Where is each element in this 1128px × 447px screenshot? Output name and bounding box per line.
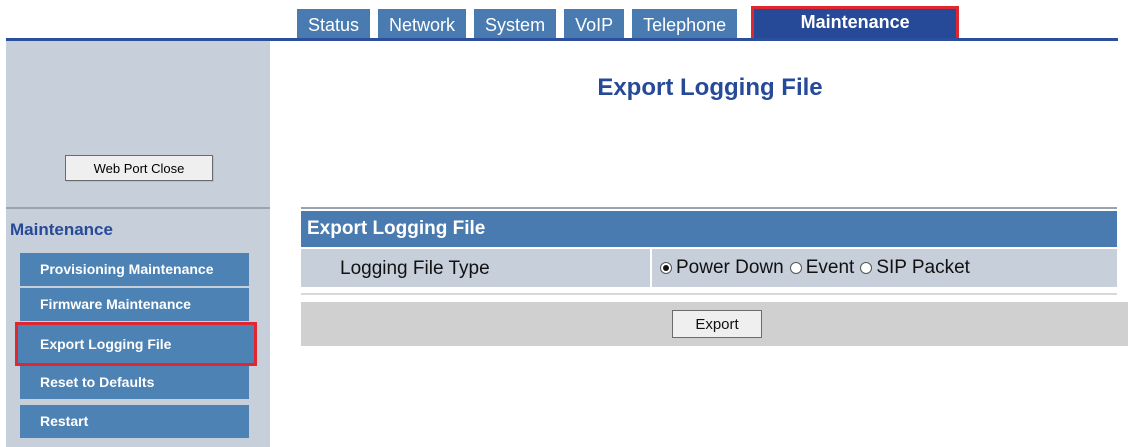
radio-event-label: Event <box>805 257 855 278</box>
tab-telephone[interactable]: Telephone <box>632 9 738 39</box>
sidebar-item-provisioning-maintenance[interactable]: Provisioning Maintenance <box>20 253 249 286</box>
sidebar-item-restart[interactable]: Restart <box>20 405 249 438</box>
export-button[interactable]: Export <box>672 310 762 338</box>
radio-power-down-label: Power Down <box>676 257 784 278</box>
tab-system[interactable]: System <box>474 9 557 39</box>
section-header: Export Logging File <box>301 211 1117 247</box>
sidebar-item-export-logging-file[interactable]: Export Logging File <box>15 322 257 366</box>
content-divider <box>301 207 1117 209</box>
tab-voip[interactable]: VoIP <box>564 9 625 39</box>
tab-network[interactable]: Network <box>378 9 467 39</box>
page-title: Export Logging File <box>597 74 823 101</box>
radio-sip-packet-circle[interactable] <box>860 262 873 274</box>
radio-power-down[interactable]: Power Down <box>660 257 784 279</box>
radio-power-down-circle[interactable] <box>660 262 672 274</box>
radio-sip-packet[interactable]: SIP Packet <box>860 257 970 279</box>
radio-event[interactable]: Event <box>789 257 855 279</box>
radio-sip-packet-label: SIP Packet <box>876 257 970 278</box>
logging-file-type-options: Power Down Event SIP Packet <box>660 249 976 287</box>
logging-file-type-label: Logging File Type <box>340 258 490 279</box>
tab-maintenance[interactable]: Maintenance <box>751 6 960 42</box>
sidebar-item-reset-to-defaults[interactable]: Reset to Defaults <box>20 366 249 399</box>
web-port-close-button[interactable]: Web Port Close <box>65 155 213 181</box>
sidebar-top-panel <box>6 41 270 208</box>
row-column-separator <box>650 249 652 287</box>
sidebar-menu-title: Maintenance <box>10 220 113 239</box>
radio-event-circle[interactable] <box>789 262 802 274</box>
tab-status[interactable]: Status <box>297 9 371 39</box>
sidebar-item-firmware-maintenance[interactable]: Firmware Maintenance <box>20 288 249 321</box>
row-bottom-line <box>301 293 1117 295</box>
top-navigation-tabs: Status Network System VoIP Telephone Mai… <box>297 6 967 42</box>
